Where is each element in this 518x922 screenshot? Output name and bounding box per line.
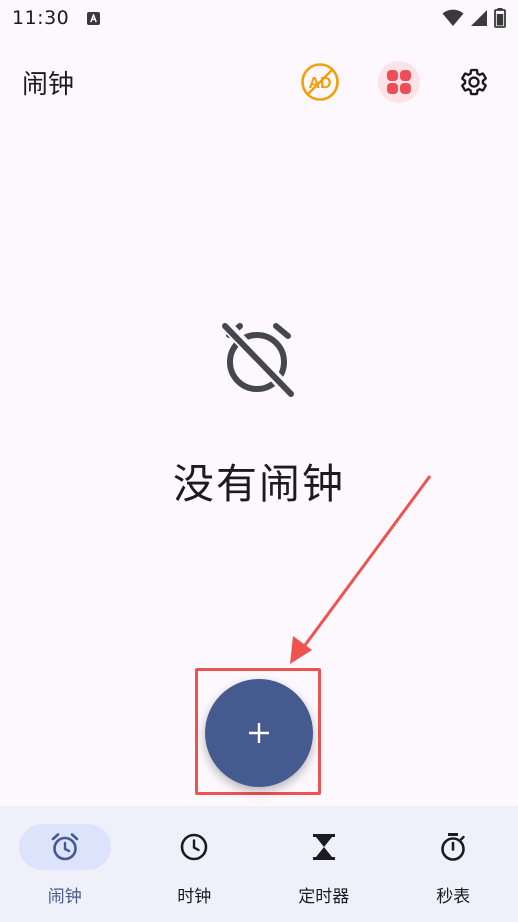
signal-icon [471,10,487,26]
alarm-icon [51,833,79,861]
settings-button[interactable] [452,60,496,104]
nav-label: 定时器 [298,887,350,907]
wifi-icon [442,9,464,26]
nav-label: 秒表 [436,887,471,907]
status-icons [442,8,506,28]
status-time: 11:30 [12,7,70,29]
nav-item-clock[interactable]: 时钟 [130,806,260,922]
more-apps-button[interactable] [378,61,420,103]
gear-icon [461,68,487,96]
empty-state: 没有闹钟 [0,320,518,510]
plus-icon [249,723,269,743]
status-bar: 11:30 [0,0,518,36]
alarm-off-icon [222,321,296,399]
page-title: 闹钟 [22,69,75,100]
add-alarm-button[interactable] [205,679,313,787]
app-bar: 闹钟 AD [0,56,518,108]
apps-grid-icon [387,70,411,94]
bottom-nav: 闹钟 时钟 定时器 秒表 [0,806,518,922]
a-letter-icon [87,11,101,25]
app-bar-actions: AD [298,60,496,104]
nav-item-timer[interactable]: 定时器 [259,806,389,922]
clock-icon [180,833,208,861]
battery-icon [494,8,506,28]
empty-message: 没有闹钟 [173,460,345,508]
nav-item-stopwatch[interactable]: 秒表 [389,806,518,922]
nav-indicator [18,824,111,870]
stopwatch-icon [441,833,466,861]
remove-ads-button[interactable]: AD [298,60,342,104]
nav-label: 时钟 [177,887,212,907]
nav-item-alarm[interactable]: 闹钟 [0,806,130,922]
remove-ads-icon: AD [301,63,339,101]
hourglass-icon [312,834,335,860]
nav-label: 闹钟 [47,887,82,907]
